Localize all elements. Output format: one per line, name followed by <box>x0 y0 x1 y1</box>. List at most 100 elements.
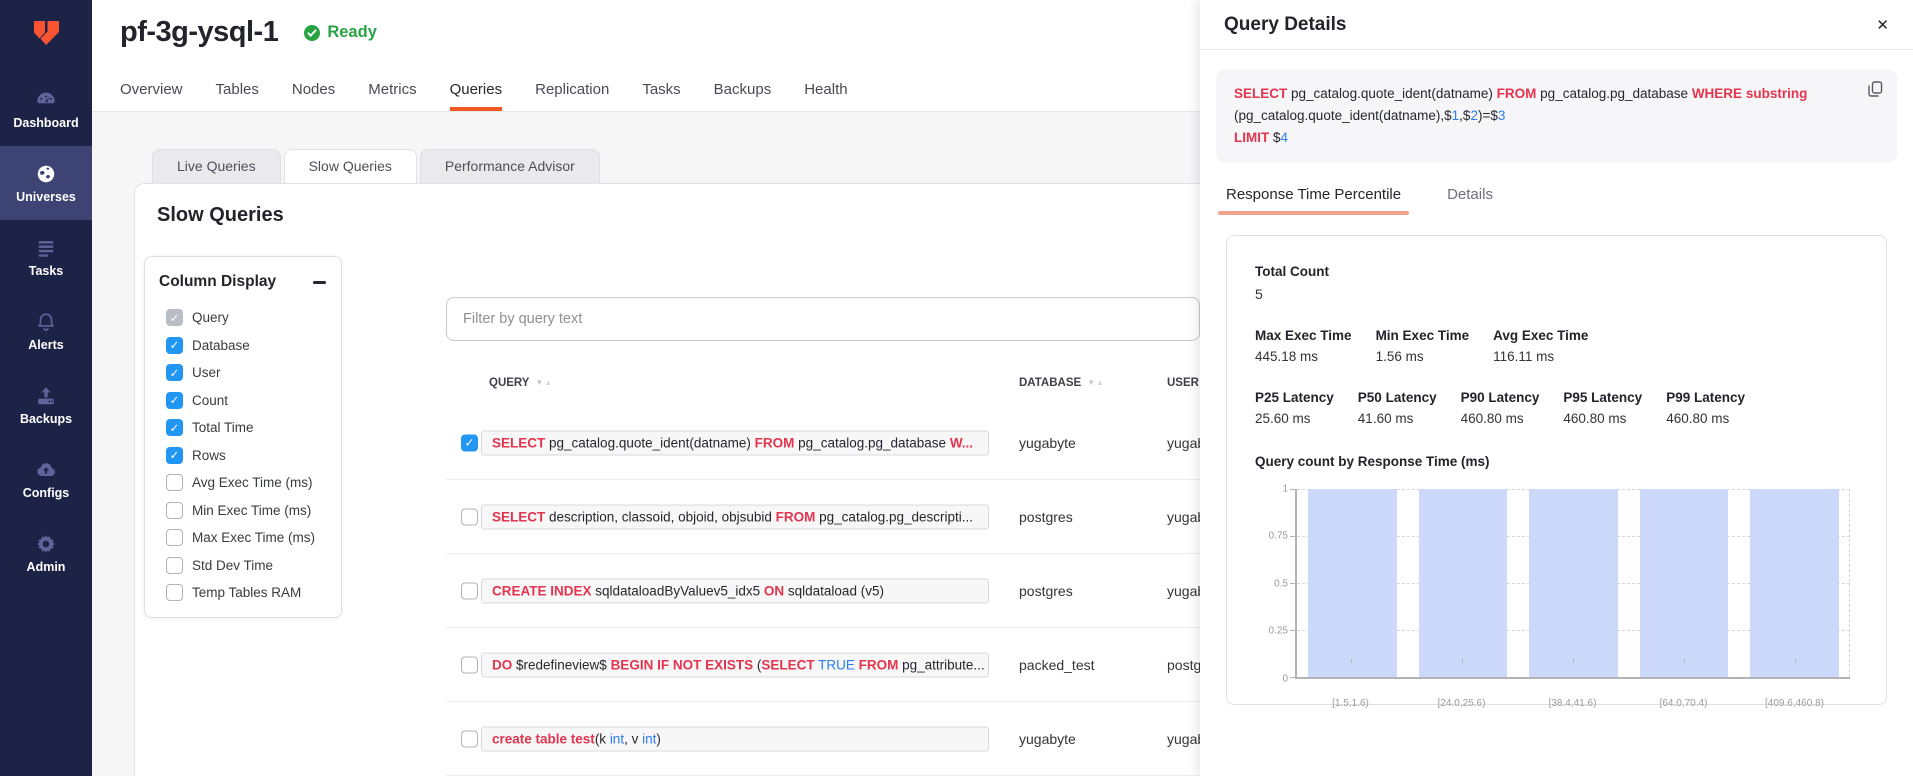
stat-label: P90 Latency <box>1461 390 1540 405</box>
latency-stats: P25 Latency25.60 msP50 Latency41.60 msP9… <box>1255 390 1866 426</box>
sidebar-item-label: Universes <box>16 190 76 204</box>
tab-health[interactable]: Health <box>804 81 847 111</box>
bar <box>1419 489 1507 677</box>
tab-backups[interactable]: Backups <box>714 81 772 111</box>
checkbox-min-exec-time-ms[interactable] <box>166 502 183 519</box>
stat-p90-latency: P90 Latency 460.80 ms <box>1461 390 1540 426</box>
checkbox-user[interactable]: ✓ <box>166 364 183 381</box>
table-row[interactable]: ✓SELECT pg_catalog.quote_ident(datname) … <box>446 406 1200 480</box>
slow-queries-heading: Slow Queries <box>157 204 284 227</box>
row-checkbox[interactable]: ✓ <box>461 434 478 451</box>
response-time-chart: 00.250.50.751 [1.5,1.6)[24.0,25.6)[38.4,… <box>1255 481 1866 709</box>
stat-p50-latency: P50 Latency41.60 ms <box>1358 390 1437 426</box>
sidebar-item-alerts[interactable]: Alerts <box>0 294 92 368</box>
stat-value: 1.56 ms <box>1376 349 1470 364</box>
sidebar-item-universes[interactable]: Universes <box>0 146 92 220</box>
sidebar-item-label: Alerts <box>28 338 63 352</box>
checkbox-std-dev-time[interactable] <box>166 557 183 574</box>
y-tick-label: 0.25 <box>1269 626 1288 637</box>
query-text[interactable]: DO $redefineview$ BEGIN IF NOT EXISTS (S… <box>481 652 989 677</box>
sidebar-nav: Dashboard Universes Tasks Alerts Backups Conf… <box>0 72 92 590</box>
sidebar-item-label: Admin <box>27 560 66 574</box>
checkbox-max-exec-time-ms[interactable] <box>166 529 183 546</box>
sidebar-item-admin[interactable]: Admin <box>0 516 92 590</box>
y-tick <box>1290 536 1295 537</box>
tab-overview[interactable]: Overview <box>120 81 183 111</box>
bar <box>1750 489 1838 677</box>
query-text[interactable]: CREATE INDEX sqldataloadByValuev5_idx5 O… <box>481 578 989 603</box>
column-option-database: ✓Database <box>166 332 327 360</box>
x-tick <box>1462 659 1463 663</box>
checkbox-query: ✓ <box>166 309 183 326</box>
subtab-live-queries[interactable]: Live Queries <box>152 149 281 183</box>
x-tick-label: [64.0,70.4) <box>1660 698 1708 709</box>
universe-tabs: Overview Tables Nodes Metrics Queries Replica… <box>120 81 848 111</box>
bar <box>1308 489 1396 677</box>
sidebar-item-label: Configs <box>23 486 70 500</box>
stat-value: 25.60 ms <box>1255 411 1334 426</box>
column-option-std-dev-time: Std Dev Time <box>166 552 327 580</box>
column-option-total-time: ✓Total Time <box>166 414 327 442</box>
table-row[interactable]: DO $redefineview$ BEGIN IF NOT EXISTS (S… <box>446 628 1200 702</box>
checkbox-avg-exec-time-ms[interactable] <box>166 474 183 491</box>
column-header-user[interactable]: USER▼▲ <box>1167 377 1200 389</box>
tab-tables[interactable]: Tables <box>216 81 259 111</box>
checkbox-rows[interactable]: ✓ <box>166 447 183 464</box>
tab-queries[interactable]: Queries <box>450 81 503 111</box>
user-cell: yugab <box>1167 435 1200 451</box>
sidebar-item-label: Dashboard <box>13 116 78 130</box>
sidebar: Dashboard Universes Tasks Alerts Backups Conf… <box>0 0 92 776</box>
checkbox-total-time[interactable]: ✓ <box>166 419 183 436</box>
slow-queries-table-area: QUERY▼▲ DATABASE▼▲ USER▼▲ ✓SELECT pg_catal… <box>446 297 1200 776</box>
tab-replication[interactable]: Replication <box>535 81 609 111</box>
user-cell: yugab <box>1167 509 1200 525</box>
query-text[interactable]: SELECT pg_catalog.quote_ident(datname) F… <box>481 430 989 455</box>
yugabyte-logo[interactable] <box>0 0 92 72</box>
tab-response-time-percentile[interactable]: Response Time Percentile <box>1226 186 1401 215</box>
sidebar-item-backups[interactable]: Backups <box>0 368 92 442</box>
status-label: Ready <box>327 23 377 42</box>
query-filter-input[interactable] <box>446 297 1200 341</box>
tab-nodes[interactable]: Nodes <box>292 81 335 111</box>
stat-value: 445.18 ms <box>1255 349 1352 364</box>
checkbox-count[interactable]: ✓ <box>166 392 183 409</box>
queries-subtabs: Live QueriesSlow QueriesPerformance Advi… <box>152 149 603 183</box>
stat-label: P95 Latency <box>1563 390 1642 405</box>
status-badge: Ready <box>304 23 377 42</box>
query-text[interactable]: SELECT description, classoid, objoid, ob… <box>481 504 989 529</box>
row-checkbox[interactable] <box>461 508 478 525</box>
query-details-title: Query Details <box>1224 14 1347 36</box>
table-row[interactable]: CREATE INDEX sqldataloadByValuev5_idx5 O… <box>446 554 1200 628</box>
column-header-query[interactable]: QUERY▼▲ <box>489 377 553 389</box>
sidebar-item-configs[interactable]: Configs <box>0 442 92 516</box>
table-row[interactable]: create table test(k int, v int)yugabytey… <box>446 702 1200 776</box>
checkbox-temp-tables-ram[interactable] <box>166 584 183 601</box>
tab-metrics[interactable]: Metrics <box>368 81 416 111</box>
tab-details[interactable]: Details <box>1447 186 1493 215</box>
bar <box>1529 489 1617 677</box>
row-checkbox[interactable] <box>461 582 478 599</box>
query-text[interactable]: create table test(k int, v int) <box>481 726 989 751</box>
universes-icon <box>35 163 57 185</box>
table-row[interactable]: SELECT description, classoid, objoid, ob… <box>446 480 1200 554</box>
subtab-performance-advisor[interactable]: Performance Advisor <box>420 149 600 183</box>
row-checkbox[interactable] <box>461 730 478 747</box>
stat-value: 460.80 ms <box>1461 411 1540 426</box>
sort-icons: ▼▲ <box>535 378 553 387</box>
stat-label: P99 Latency <box>1666 390 1745 405</box>
collapse-minus-icon[interactable] <box>311 274 327 290</box>
sidebar-item-dashboard[interactable]: Dashboard <box>0 72 92 146</box>
column-header-database[interactable]: DATABASE▼▲ <box>1019 377 1105 389</box>
stat-label: P50 Latency <box>1358 390 1437 405</box>
checkbox-database[interactable]: ✓ <box>166 337 183 354</box>
subtab-slow-queries[interactable]: Slow Queries <box>284 149 417 183</box>
sidebar-item-tasks[interactable]: Tasks <box>0 220 92 294</box>
bar <box>1640 489 1728 677</box>
close-icon[interactable]: ✕ <box>1876 16 1889 34</box>
column-display-title: Column Display <box>159 273 276 291</box>
row-checkbox[interactable] <box>461 656 478 673</box>
tab-tasks[interactable]: Tasks <box>642 81 680 111</box>
stat-max-exec-time: Max Exec Time445.18 ms <box>1255 328 1352 364</box>
copy-icon[interactable] <box>1868 81 1883 104</box>
chart-title: Query count by Response Time (ms) <box>1255 454 1866 469</box>
